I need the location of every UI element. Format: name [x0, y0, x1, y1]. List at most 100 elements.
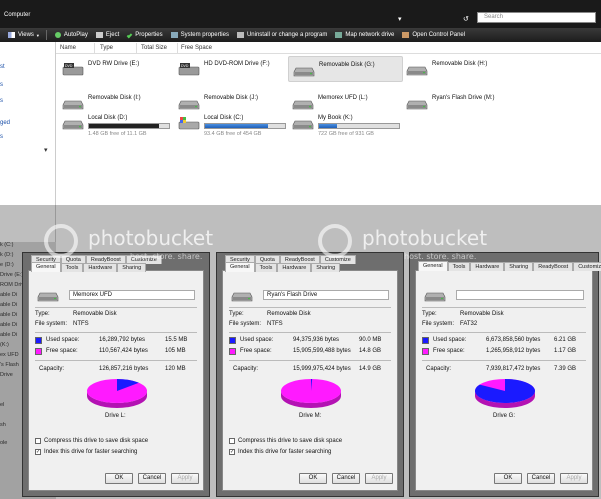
- disk-usage-pie-chart: [87, 379, 147, 408]
- cancel-button[interactable]: Cancel: [138, 473, 166, 484]
- apply-button[interactable]: Apply: [365, 473, 393, 484]
- free-space-label: Free space:: [46, 348, 78, 354]
- map-network-drive-button[interactable]: Map network drive: [335, 32, 394, 38]
- drive-free-space: 722 GB free of 931 GB: [318, 131, 374, 137]
- compress-checkbox[interactable]: [35, 438, 41, 444]
- column-divider[interactable]: [94, 43, 95, 53]
- uninstall-button[interactable]: Uninstall or change a program: [236, 32, 327, 38]
- drive-label: Removable Disk (I:): [88, 95, 141, 101]
- tab-hardware[interactable]: Hardware: [470, 262, 505, 271]
- ok-button[interactable]: OK: [299, 473, 327, 484]
- drive-label: DVD RW Drive (E:): [88, 61, 140, 67]
- toolbar-separator: [45, 30, 47, 40]
- tab-general[interactable]: General: [225, 262, 255, 272]
- pie-wrap: [223, 199, 341, 408]
- nav-link[interactable]: s: [0, 98, 3, 104]
- apply-button[interactable]: Apply: [560, 473, 588, 484]
- views-button[interactable]: Views ▼: [8, 32, 40, 38]
- tab-sharing[interactable]: Sharing: [311, 263, 341, 272]
- drive-label: Ryan's Flash Drive (M:): [432, 95, 495, 101]
- open-control-panel-button[interactable]: Open Control Panel: [402, 32, 465, 38]
- nav-link[interactable]: ged: [0, 120, 10, 126]
- drive-item[interactable]: Local Disk (D:) 1.48 GB free of 11.1 GB: [58, 110, 173, 137]
- index-checkbox[interactable]: ✓: [35, 449, 41, 455]
- hard-disk-icon: [292, 117, 314, 130]
- column-name[interactable]: Name: [60, 45, 76, 51]
- search-input[interactable]: Search: [477, 12, 596, 23]
- nav-link[interactable]: st: [0, 64, 5, 70]
- column-headers: Name Type Total Size Free Space: [56, 42, 601, 54]
- removable-disk-icon: [292, 97, 314, 110]
- tab-tools[interactable]: Tools: [254, 263, 278, 272]
- eject-button[interactable]: Eject: [95, 32, 119, 38]
- used-space-bytes: 6,673,858,560 bytes: [486, 337, 541, 343]
- divider: [422, 307, 586, 308]
- drive-label: Local Disk (C:): [204, 115, 244, 121]
- tab-row: General Tools Hardware Sharing ReadyBoost Cus…: [418, 261, 601, 271]
- chevron-down-icon[interactable]: ▾: [44, 146, 48, 154]
- index-checkbox[interactable]: ✓: [229, 449, 235, 455]
- capacity-size: 7.39 GB: [554, 366, 577, 372]
- tab-readyboost[interactable]: ReadyBoost: [533, 262, 574, 271]
- apply-button[interactable]: Apply: [171, 473, 199, 484]
- tab-customize[interactable]: Customize: [573, 262, 601, 271]
- breadcrumb[interactable]: Computer: [4, 12, 30, 18]
- file-system-label: File system:: [35, 321, 68, 327]
- tab-general[interactable]: General: [31, 262, 61, 272]
- network-drive-icon: [335, 32, 343, 38]
- column-free-space[interactable]: Free Space: [181, 45, 212, 51]
- drive-item[interactable]: DVD DVD RW Drive (E:): [58, 56, 173, 82]
- autoplay-button[interactable]: AutoPlay: [54, 32, 88, 38]
- refresh-icon[interactable]: ↺: [463, 15, 469, 23]
- drive-name-field[interactable]: Memorex UFD: [69, 290, 195, 300]
- type-label: Type:: [229, 311, 244, 317]
- drive-item[interactable]: DVD HD DVD-ROM Drive (F:): [174, 56, 289, 82]
- compress-label: Compress this drive to save disk space: [44, 438, 149, 444]
- system-properties-button[interactable]: System properties: [170, 32, 229, 38]
- recent-locations-icon[interactable]: ▾: [398, 15, 402, 23]
- drive-usage-fill: [319, 124, 337, 128]
- nav-link[interactable]: s: [0, 82, 3, 88]
- used-space-size: 90.0 MB: [359, 337, 382, 343]
- removable-disk-icon: [424, 289, 446, 302]
- drive-item[interactable]: Ryan's Flash Drive (M:): [402, 90, 517, 116]
- type-value: Removable Disk: [73, 311, 117, 317]
- column-total-size[interactable]: Total Size: [141, 45, 167, 51]
- free-space-bytes: 1,265,958,912 bytes: [486, 348, 541, 354]
- drive-item[interactable]: Removable Disk (H:): [402, 56, 517, 82]
- tab-sharing[interactable]: Sharing: [504, 262, 534, 271]
- drive-item[interactable]: My Book (K:) 722 GB free of 931 GB: [288, 110, 403, 137]
- divider: [35, 360, 197, 361]
- properties-button[interactable]: Properties: [126, 32, 163, 38]
- compress-label: Compress this drive to save disk space: [238, 438, 343, 444]
- control-panel-icon: [402, 32, 410, 38]
- drive-label: Removable Disk (J:): [204, 95, 259, 101]
- column-type[interactable]: Type: [100, 45, 113, 51]
- drive-item[interactable]: Local Disk (C:) 93.4 GB free of 454 GB: [174, 110, 289, 137]
- column-divider[interactable]: [136, 43, 137, 53]
- tab-sharing[interactable]: Sharing: [117, 263, 147, 272]
- tab-hardware[interactable]: Hardware: [83, 263, 118, 272]
- used-space-label: Used space:: [46, 337, 80, 343]
- drive-caption: Drive L:: [105, 413, 126, 419]
- free-space-size: 1.17 GB: [554, 348, 577, 354]
- type-value: Removable Disk: [460, 311, 504, 317]
- removable-disk-icon: [37, 289, 59, 302]
- nav-link[interactable]: s: [0, 134, 3, 140]
- tab-tools[interactable]: Tools: [447, 262, 471, 271]
- cancel-button[interactable]: Cancel: [332, 473, 360, 484]
- drive-item[interactable]: Removable Disk (G:): [288, 56, 403, 82]
- drive-name-field[interactable]: [456, 290, 584, 300]
- tab-tools[interactable]: Tools: [60, 263, 84, 272]
- cancel-button[interactable]: Cancel: [527, 473, 555, 484]
- divider: [35, 307, 197, 308]
- column-divider[interactable]: [177, 43, 178, 53]
- drive-name-field[interactable]: Ryan's Flash Drive: [263, 290, 389, 300]
- compress-checkbox[interactable]: [229, 438, 235, 444]
- ok-button[interactable]: OK: [105, 473, 133, 484]
- ok-button[interactable]: OK: [494, 473, 522, 484]
- dialog-body: Security Quota ReadyBoost Customize General T…: [28, 255, 204, 491]
- watermark-tagline: host. store. share.: [130, 252, 203, 261]
- tab-hardware[interactable]: Hardware: [277, 263, 312, 272]
- tab-general[interactable]: General: [418, 261, 448, 271]
